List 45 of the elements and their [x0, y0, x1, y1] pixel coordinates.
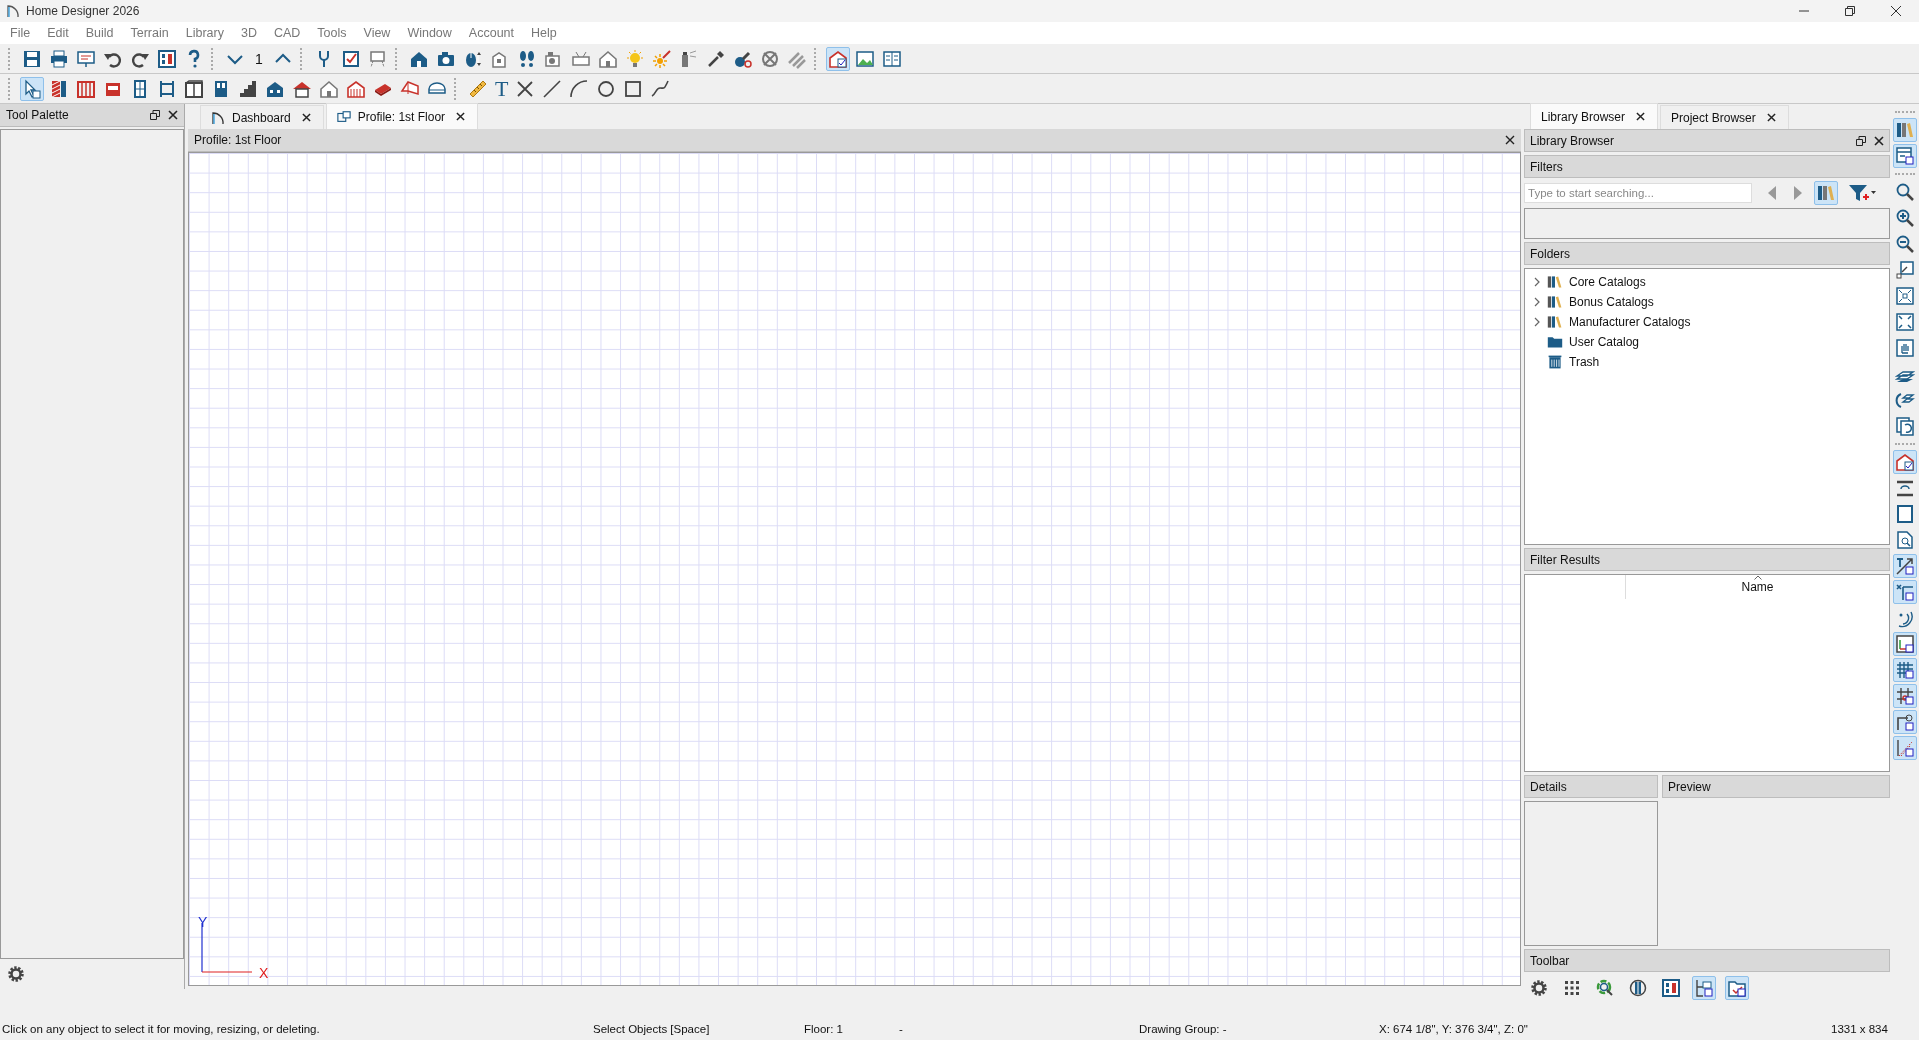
- column-header[interactable]: Name: [1626, 575, 1889, 599]
- section-title: Toolbar: [1530, 953, 1570, 968]
- status-text: Click on any object to select it for moving, resizing, or deleting.: [2, 1023, 320, 1035]
- browser-tab[interactable]: Project Browser: [1660, 105, 1789, 129]
- tree-item[interactable]: Manufacturer Catalogs: [1569, 315, 1691, 329]
- search-field[interactable]: Type to start searching...: [1524, 183, 1752, 203]
- tree-item[interactable]: Bonus Catalogs: [1569, 295, 1654, 309]
- window-title: Home Designer 2026: [26, 4, 140, 18]
- section-title: Filters: [1530, 159, 1563, 174]
- x-axis-label: X: [259, 965, 269, 981]
- menu-item[interactable]: Account: [460, 26, 524, 40]
- section-title: Preview: [1668, 779, 1711, 794]
- menu-item[interactable]: Terrain: [122, 26, 178, 40]
- panel-title: Library Browser: [1530, 133, 1615, 148]
- section-title: Filter Results: [1530, 552, 1600, 567]
- section-title: Folders: [1530, 246, 1570, 261]
- browser-tab[interactable]: Library Browser: [1530, 103, 1659, 129]
- menu-item[interactable]: Window: [399, 26, 461, 40]
- tree-item[interactable]: User Catalog: [1569, 335, 1640, 349]
- y-axis-label: Y: [198, 914, 208, 930]
- menu-item[interactable]: Library: [177, 26, 233, 40]
- drawing-canvas[interactable]: Y X: [188, 152, 1521, 986]
- menu-item[interactable]: Tools: [309, 26, 356, 40]
- text-tool[interactable]: T: [493, 75, 511, 102]
- menu-item[interactable]: Build: [77, 26, 123, 40]
- menu-item[interactable]: View: [355, 26, 400, 40]
- menu-item[interactable]: Edit: [39, 26, 78, 40]
- view-title: Profile: 1st Floor: [194, 133, 282, 147]
- menu-item[interactable]: Help: [523, 26, 566, 40]
- menu-item[interactable]: 3D: [232, 26, 266, 40]
- status-text: -: [899, 1023, 903, 1035]
- tree-item[interactable]: Trash: [1569, 355, 1600, 369]
- section-title: Details: [1530, 779, 1567, 794]
- status-text: Drawing Group: -: [1139, 1023, 1227, 1035]
- tree-item[interactable]: Core Catalogs: [1569, 275, 1646, 289]
- status-text: X: 674 1/8", Y: 376 3/4", Z: 0": [1379, 1023, 1528, 1035]
- menu-item[interactable]: CAD: [265, 26, 310, 40]
- status-text: Floor: 1: [804, 1023, 843, 1035]
- panel-title: Tool Palette: [6, 108, 69, 122]
- status-text: 1331 x 834: [1831, 1023, 1888, 1035]
- document-tab[interactable]: Profile: 1st Floor: [325, 103, 479, 129]
- menu-item[interactable]: File: [2, 26, 40, 40]
- document-tab[interactable]: Dashboard: [200, 105, 324, 129]
- floor-number: 1: [254, 50, 264, 67]
- status-text: Select Objects [Space]: [593, 1023, 710, 1035]
